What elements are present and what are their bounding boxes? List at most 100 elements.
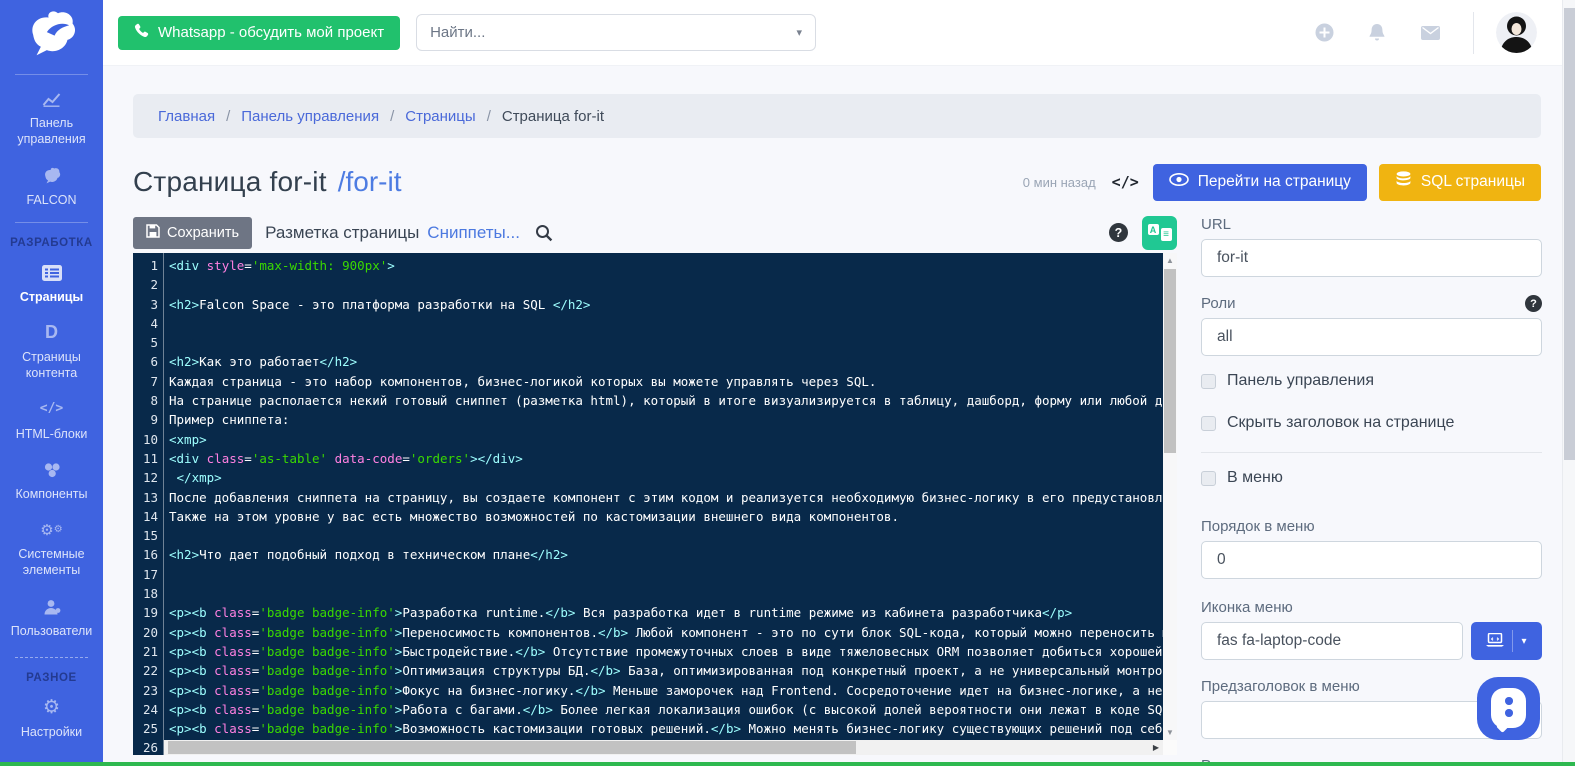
sidebar-item-label: HTML-блоки — [16, 427, 88, 441]
sidebar-item-content-pages[interactable]: D Страницы контента — [0, 313, 103, 390]
envelope-icon[interactable] — [1420, 23, 1440, 43]
checkbox-in-menu[interactable]: В меню — [1201, 469, 1542, 487]
translate-button[interactable]: A ≡ — [1142, 216, 1177, 250]
horizontal-scroll-thumb[interactable] — [168, 741, 856, 754]
sidebar-item-system-elements[interactable]: ⚙⚙ Системные элементы — [0, 510, 103, 587]
laptop-icon — [1486, 633, 1504, 650]
plus-circle-icon[interactable] — [1314, 23, 1334, 43]
editor-column: Сохранить Разметка страницы Сниппеты... … — [133, 216, 1177, 766]
sidebar-item-users[interactable]: Пользователи — [0, 587, 103, 647]
chevron-down-icon[interactable]: ▾ — [797, 26, 803, 39]
chat-bubble-icon — [1491, 688, 1526, 728]
breadcrumb-home[interactable]: Главная — [158, 108, 215, 125]
translate-a-icon: A — [1148, 224, 1159, 235]
goto-page-button[interactable]: Перейти на страницу — [1153, 164, 1367, 201]
page-scroll-thumb[interactable] — [1564, 8, 1575, 460]
scroll-down-arrow[interactable]: ▼ — [1163, 726, 1177, 739]
bell-icon[interactable] — [1367, 23, 1387, 43]
save-button[interactable]: Сохранить — [133, 217, 252, 249]
sidebar-item-components[interactable]: Компоненты — [0, 450, 103, 510]
bottom-status-bar — [0, 762, 1575, 766]
topbar: Whatsapp - обсудить мой проект ▾ — [103, 0, 1562, 66]
search-input[interactable] — [430, 24, 796, 41]
url-label: URL — [1201, 216, 1542, 233]
whatsapp-button[interactable]: Whatsapp - обсудить мой проект — [118, 16, 400, 50]
sidebar-item-html-blocks[interactable]: </> HTML-блоки — [0, 390, 103, 450]
page-title: Страница for-it — [133, 166, 327, 198]
save-button-label: Сохранить — [167, 225, 239, 241]
updated-ago: 0 мин назад — [1023, 175, 1096, 190]
checkbox-icon[interactable] — [1201, 416, 1216, 431]
sidebar-item-dashboard[interactable]: Панель управления — [0, 79, 103, 156]
roles-input[interactable] — [1201, 318, 1542, 356]
icon-picker-button[interactable]: ▾ — [1471, 622, 1542, 660]
letter-d-icon: D — [3, 322, 100, 344]
sidebar-section-development: РАЗРАБОТКА — [0, 237, 103, 249]
main-row: Сохранить Разметка страницы Сниппеты... … — [133, 216, 1541, 766]
save-floppy-icon — [146, 224, 160, 242]
topbar-icons — [1314, 12, 1562, 54]
sidebar-divider — [15, 74, 88, 75]
gears-icon: ⚙⚙ — [3, 519, 100, 541]
chart-icon — [3, 88, 100, 110]
sidebar: Панель управления FALCON РАЗРАБОТКА Стра… — [0, 0, 103, 766]
code-icon[interactable]: </> — [1112, 173, 1139, 191]
sidebar-item-pages[interactable]: Страницы — [0, 253, 103, 313]
sidebar-item-label: FALCON — [26, 193, 76, 207]
editor-toolbar: Сохранить Разметка страницы Сниппеты... … — [133, 216, 1177, 249]
user-icon — [3, 596, 100, 618]
brand-logo[interactable] — [0, 0, 103, 68]
topbar-divider — [1473, 12, 1474, 54]
editor-vertical-scrollbar: ▲ ▼ — [1163, 253, 1177, 740]
checkbox-hide-title[interactable]: Скрыть заголовок на странице — [1201, 414, 1542, 432]
roles-label: Роли — [1201, 295, 1236, 312]
markup-label: Разметка страницы — [265, 223, 419, 243]
database-icon — [1395, 171, 1412, 193]
sidebar-section-misc: РАЗНОЕ — [0, 672, 103, 684]
translate-text-icon: ≡ — [1161, 228, 1172, 241]
dove-logo-icon — [26, 9, 78, 62]
sidebar-item-falcon[interactable]: FALCON — [0, 156, 103, 216]
snippets-link[interactable]: Сниппеты... — [427, 223, 520, 243]
editor-gutter: 1234567891011121314151617181920212223242… — [133, 253, 164, 755]
goto-page-label: Перейти на страницу — [1198, 173, 1351, 191]
props-divider — [1201, 452, 1542, 453]
page-slug[interactable]: /for-it — [338, 166, 402, 198]
breadcrumb-current: Страница for-it — [502, 108, 604, 125]
checkbox-icon[interactable] — [1201, 374, 1216, 389]
scroll-right-arrow[interactable]: ▶ — [1150, 740, 1162, 755]
url-input[interactable] — [1201, 239, 1542, 277]
gear-icon: ⚙ — [3, 697, 100, 719]
page-scrollbar — [1562, 0, 1575, 766]
chat-widget-button[interactable] — [1477, 677, 1540, 740]
title-row: Страница for-it /for-it 0 мин назад </> … — [133, 162, 1541, 202]
whatsapp-button-label: Whatsapp - обсудить мой проект — [158, 24, 384, 41]
phone-icon — [134, 23, 149, 42]
breadcrumb-dashboard[interactable]: Панель управления — [241, 108, 379, 125]
editor-horizontal-scrollbar: ◀ ▶ — [164, 740, 1163, 755]
breadcrumb-pages[interactable]: Страницы — [405, 108, 475, 125]
components-cluster-icon — [3, 459, 100, 481]
sql-page-button[interactable]: SQL страницы — [1379, 164, 1541, 201]
sidebar-item-settings[interactable]: ⚙ Настройки — [0, 688, 103, 748]
sidebar-item-label: Панель управления — [17, 116, 85, 146]
avatar[interactable] — [1496, 12, 1537, 53]
sql-page-label: SQL страницы — [1421, 173, 1525, 191]
search-magnifier-icon[interactable] — [535, 224, 553, 242]
code-editor[interactable]: 1234567891011121314151617181920212223242… — [133, 253, 1177, 755]
sidebar-item-label: Системные элементы — [18, 547, 84, 577]
checkbox-admin-panel[interactable]: Панель управления — [1201, 372, 1542, 390]
eye-icon — [1169, 173, 1189, 191]
menu-icon-input[interactable] — [1201, 622, 1463, 660]
vertical-scroll-thumb[interactable] — [1164, 269, 1176, 453]
checkbox-icon[interactable] — [1201, 471, 1216, 486]
menu-order-input[interactable] — [1201, 541, 1542, 579]
help-icon[interactable]: ? — [1109, 223, 1128, 242]
roles-help-icon[interactable]: ? — [1525, 295, 1542, 312]
scrollbar-corner — [1163, 740, 1177, 755]
global-search[interactable]: ▾ — [416, 14, 816, 51]
scroll-up-arrow[interactable]: ▲ — [1163, 254, 1177, 267]
content: Главная / Панель управления / Страницы /… — [103, 66, 1562, 766]
sidebar-item-label: Настройки — [21, 725, 82, 739]
editor-code[interactable]: <div style='max-width: 900px'><h2>Falcon… — [164, 253, 1177, 755]
